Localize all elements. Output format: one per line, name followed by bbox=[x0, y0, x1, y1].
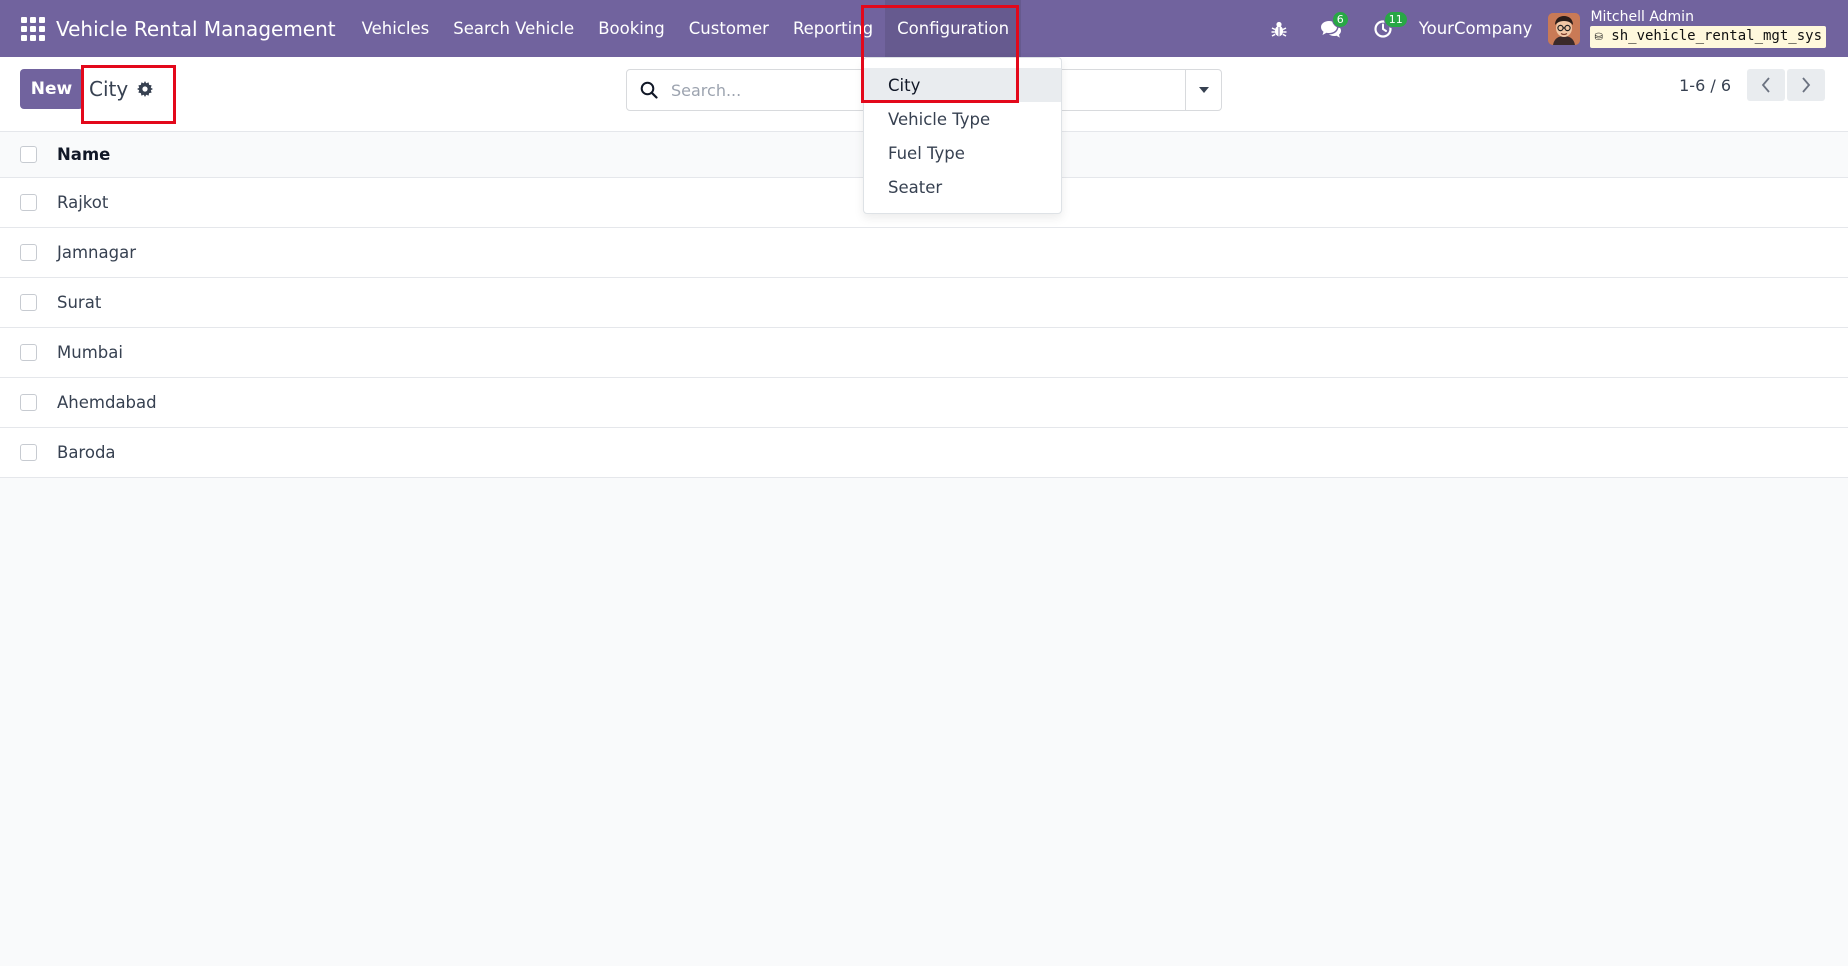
menu-search-vehicle[interactable]: Search Vehicle bbox=[441, 0, 586, 57]
top-navbar: Vehicle Rental Management Vehicles Searc… bbox=[0, 0, 1848, 57]
row-checkbox[interactable] bbox=[20, 294, 37, 311]
new-button[interactable]: New bbox=[20, 69, 83, 109]
activities-count-badge: 11 bbox=[1383, 10, 1408, 28]
column-header-name[interactable]: Name bbox=[57, 145, 110, 164]
pager-next-button[interactable] bbox=[1787, 69, 1825, 101]
search-options-toggle[interactable] bbox=[1185, 70, 1221, 110]
page-title: City bbox=[89, 77, 129, 101]
dropdown-item-city[interactable]: City bbox=[864, 68, 1061, 102]
table-row[interactable]: Ahemdabad bbox=[0, 378, 1848, 428]
menu-configuration[interactable]: Configuration bbox=[885, 0, 1022, 57]
pager: 1-6 / 6 bbox=[1679, 69, 1825, 101]
dropdown-item-seater[interactable]: Seater bbox=[864, 170, 1061, 204]
table-row[interactable]: Mumbai bbox=[0, 328, 1848, 378]
select-all-checkbox[interactable] bbox=[20, 146, 37, 163]
main-menu: Vehicles Search Vehicle Booking Customer… bbox=[350, 0, 1022, 57]
row-checkbox[interactable] bbox=[20, 344, 37, 361]
row-checkbox[interactable] bbox=[20, 394, 37, 411]
chevron-left-icon bbox=[1761, 77, 1770, 93]
navbar-systray: 6 11 YourCompany Mitchell Admin ⛁ sh_veh… bbox=[1253, 0, 1826, 57]
row-name: Mumbai bbox=[57, 343, 123, 362]
row-name: Surat bbox=[57, 293, 102, 312]
table-row[interactable]: Surat bbox=[0, 278, 1848, 328]
configuration-dropdown: City Vehicle Type Fuel Type Seater bbox=[863, 57, 1062, 214]
database-icon: ⛁ bbox=[1594, 31, 1603, 43]
menu-vehicles[interactable]: Vehicles bbox=[350, 0, 442, 57]
company-switcher[interactable]: YourCompany bbox=[1419, 19, 1533, 38]
pager-value[interactable]: 1-6 / 6 bbox=[1679, 76, 1731, 95]
row-checkbox[interactable] bbox=[20, 444, 37, 461]
messages-icon[interactable]: 6 bbox=[1316, 10, 1349, 44]
chevron-right-icon bbox=[1802, 77, 1811, 93]
user-menu[interactable]: Mitchell Admin ⛁ sh_vehicle_rental_mgt_s… bbox=[1590, 10, 1826, 48]
activity-clock-icon[interactable]: 11 bbox=[1368, 10, 1408, 44]
row-checkbox[interactable] bbox=[20, 244, 37, 261]
database-name: ⛁ sh_vehicle_rental_mgt_sys bbox=[1590, 25, 1826, 48]
table-row[interactable]: Jamnagar bbox=[0, 228, 1848, 278]
messages-count-badge: 6 bbox=[1331, 10, 1349, 28]
app-brand[interactable]: Vehicle Rental Management bbox=[56, 17, 336, 41]
pager-previous-button[interactable] bbox=[1747, 69, 1785, 101]
breadcrumb: City bbox=[89, 77, 154, 101]
row-name: Rajkot bbox=[57, 193, 109, 212]
gear-icon[interactable] bbox=[137, 81, 154, 97]
search-icon bbox=[640, 81, 658, 99]
menu-reporting[interactable]: Reporting bbox=[781, 0, 885, 57]
user-avatar[interactable] bbox=[1548, 12, 1581, 45]
user-name: Mitchell Admin bbox=[1590, 8, 1694, 25]
app-menu-icon[interactable] bbox=[21, 16, 45, 41]
menu-customer[interactable]: Customer bbox=[677, 0, 781, 57]
caret-down-icon bbox=[1198, 87, 1209, 93]
bug-icon[interactable] bbox=[1264, 14, 1294, 44]
dropdown-item-vehicle-type[interactable]: Vehicle Type bbox=[864, 102, 1061, 136]
dropdown-item-fuel-type[interactable]: Fuel Type bbox=[864, 136, 1061, 170]
row-name: Baroda bbox=[57, 443, 116, 462]
database-label: sh_vehicle_rental_mgt_sys bbox=[1611, 27, 1822, 44]
row-checkbox[interactable] bbox=[20, 194, 37, 211]
menu-booking[interactable]: Booking bbox=[586, 0, 677, 57]
table-row[interactable]: Baroda bbox=[0, 428, 1848, 478]
row-name: Ahemdabad bbox=[57, 393, 157, 412]
row-name: Jamnagar bbox=[57, 243, 136, 262]
